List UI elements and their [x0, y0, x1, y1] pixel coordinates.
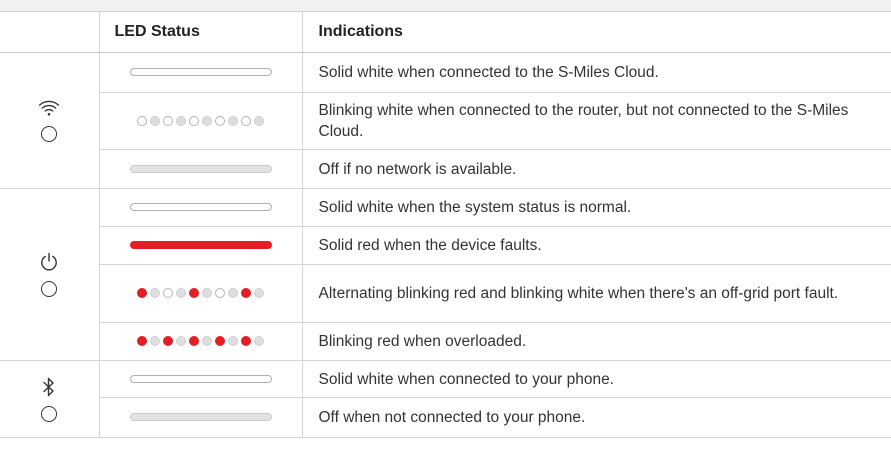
led-dot-white — [215, 288, 225, 299]
led-dot-white — [163, 288, 173, 299]
led-dot-red — [189, 336, 199, 347]
header-led-status: LED Status — [98, 11, 303, 53]
led-alternating-red-white-dots — [137, 288, 264, 299]
indication-text: Off if no network is available. — [301, 149, 891, 189]
indication-text: Off when not connected to your phone. — [301, 397, 891, 438]
led-dot-off — [254, 288, 264, 299]
led-dot-red — [215, 336, 225, 347]
bluetooth-indicator-cell — [0, 360, 100, 438]
led-dot-red — [163, 336, 173, 347]
led-status-cell — [99, 149, 303, 189]
indication-text: Solid white when connected to your phone… — [301, 360, 891, 398]
led-dot-off — [202, 336, 212, 347]
table-row: Off when not connected to your phone. — [0, 397, 891, 438]
led-dot-off — [228, 115, 238, 126]
led-blinking-red-dots — [137, 336, 264, 347]
wifi-indicator-cell — [0, 52, 100, 189]
led-dot-off — [150, 336, 160, 347]
power-indicator-cell — [0, 188, 100, 361]
table-row: Off if no network is available. — [0, 149, 891, 189]
indication-text: Solid white when the system status is no… — [301, 188, 891, 227]
indication-text: Solid red when the device faults. — [301, 226, 891, 265]
led-dot-off — [176, 288, 186, 299]
led-solid-white-bar — [129, 374, 272, 383]
led-dot-off — [176, 336, 186, 347]
led-status-cell — [98, 188, 303, 227]
led-dot-off — [176, 115, 186, 126]
indication-text: Blinking red when overloaded. — [301, 322, 891, 361]
power-icon — [41, 252, 58, 271]
led-dot-white — [137, 115, 147, 126]
led-off-bar — [129, 413, 272, 422]
led-dot-red — [189, 288, 199, 299]
header-indications: Indications — [301, 11, 891, 53]
led-dot-white — [215, 115, 225, 126]
indication-text: Alternating blinking red and blinking wh… — [301, 264, 891, 323]
led-dot-off — [228, 288, 238, 299]
indication-text: Solid white when connected to the S-Mile… — [301, 52, 891, 93]
table-row: Blinking red when overloaded. — [0, 322, 891, 361]
led-dot-off — [254, 115, 264, 126]
led-status-cell — [99, 397, 303, 438]
indication-text: Blinking white when connected to the rou… — [301, 92, 891, 150]
led-dot-off — [150, 288, 160, 299]
led-status-table: LED Status Indications Solid white when … — [0, 11, 891, 438]
led-dot-red — [137, 336, 147, 347]
table-row: Solid white when connected to the S-Mile… — [0, 52, 891, 189]
table-row: Solid red when the device faults. — [0, 226, 891, 265]
led-dot-off — [150, 115, 160, 126]
led-dot-off — [202, 288, 212, 299]
table-header-row: LED Status Indications — [0, 11, 891, 53]
led-status-cell — [99, 226, 303, 265]
led-status-cell — [99, 322, 303, 361]
led-dot-white — [241, 115, 251, 126]
led-blinking-white-dots — [137, 115, 264, 126]
table-row: Alternating blinking red and blinking wh… — [0, 264, 891, 323]
led-indicator-circle — [41, 126, 58, 142]
led-dot-red — [241, 336, 251, 347]
led-dot-off — [254, 336, 264, 347]
led-solid-white-bar — [129, 203, 272, 212]
led-dot-off — [228, 336, 238, 347]
led-off-bar — [129, 164, 272, 173]
bluetooth-icon — [43, 377, 54, 396]
led-status-cell — [99, 92, 303, 150]
led-status-cell — [98, 360, 303, 398]
table-row: Solid white when connected to your phone… — [0, 360, 891, 438]
table-row: Blinking white when connected to the rou… — [0, 92, 891, 150]
header-icon-column — [0, 11, 100, 53]
led-dot-off — [202, 115, 212, 126]
led-indicator-circle — [41, 405, 58, 422]
led-dot-white — [189, 115, 199, 126]
table-row: Solid white when the system status is no… — [0, 188, 891, 361]
led-indicator-circle — [41, 281, 58, 297]
led-dot-red — [241, 288, 251, 299]
wifi-icon — [39, 100, 60, 116]
led-solid-white-bar — [129, 68, 272, 77]
led-status-cell — [98, 52, 303, 93]
led-dot-white — [163, 115, 173, 126]
led-solid-red-bar — [129, 241, 272, 250]
led-dot-red — [137, 288, 147, 299]
led-status-cell — [99, 264, 303, 323]
